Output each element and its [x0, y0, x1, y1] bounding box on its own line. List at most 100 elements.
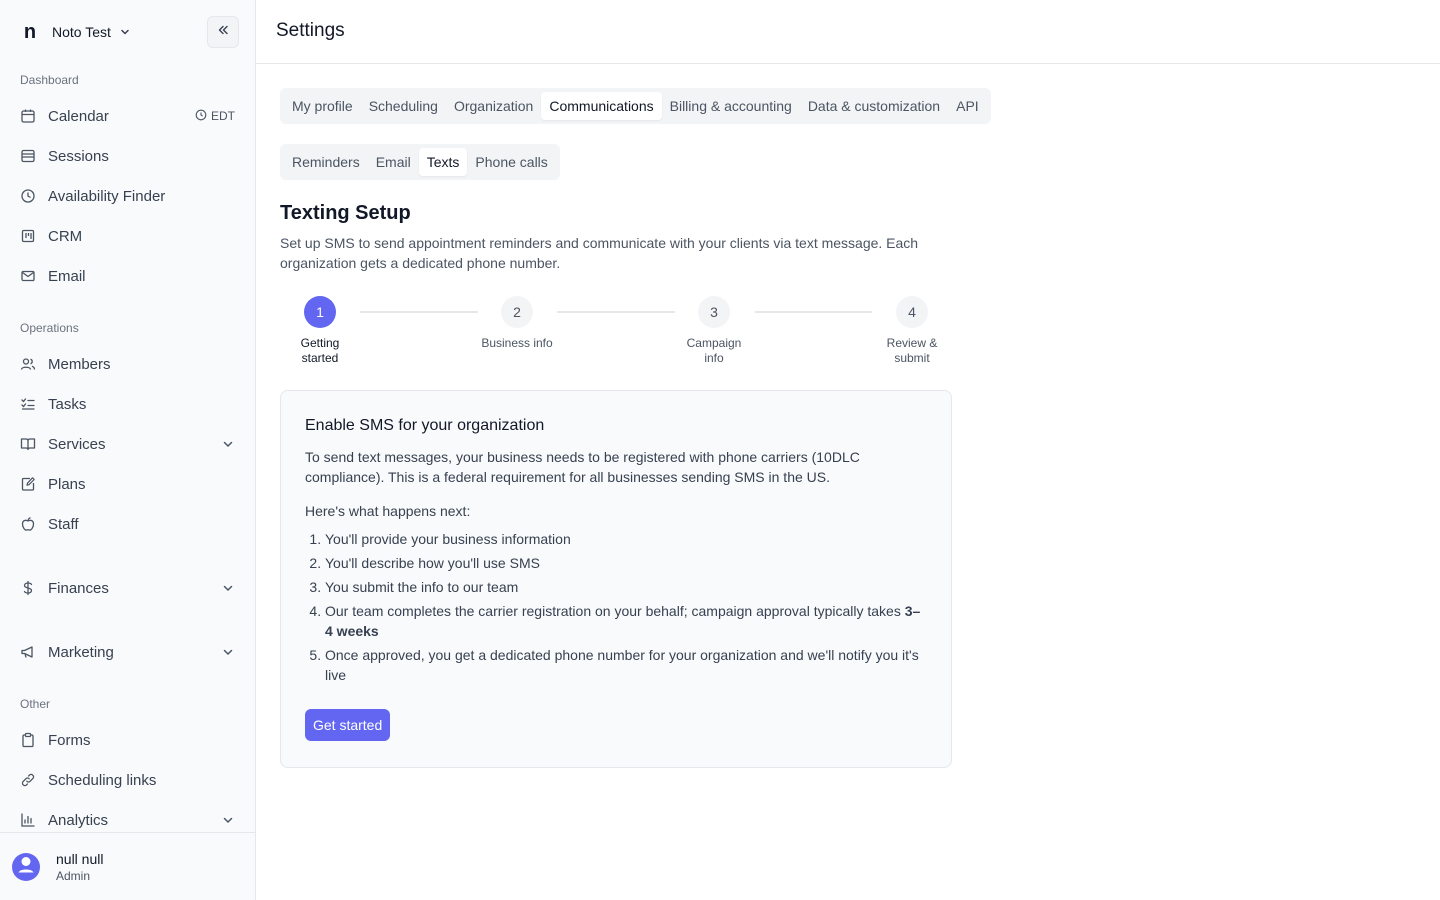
timezone-badge: EDT — [195, 109, 235, 124]
user-role: Admin — [56, 868, 91, 883]
sidebar-item-forms[interactable]: Forms — [8, 724, 247, 756]
tab-api[interactable]: API — [948, 92, 987, 120]
tab-texts[interactable]: Texts — [418, 148, 468, 176]
card-subtitle: Here's what happens next: — [305, 503, 471, 519]
sidebar-item-staff[interactable]: Staff — [8, 508, 247, 540]
sidebar-nav[interactable]: Dashboard Calendar EDT Sessions Availabi… — [0, 64, 255, 832]
kanban-icon — [20, 228, 36, 244]
list-item: Our team completes the carrier registrat… — [325, 601, 925, 641]
step-connector — [360, 311, 478, 313]
section-label-other: Other — [20, 697, 51, 711]
sidebar-item-services[interactable]: Services — [8, 428, 247, 460]
tab-phone-calls[interactable]: Phone calls — [467, 148, 555, 176]
list-item: Once approved, you get a dedicated phone… — [325, 645, 925, 685]
step-business-info: 2 Business info — [477, 296, 557, 351]
sidebar-item-finances[interactable]: Finances — [8, 572, 247, 604]
communications-tabs: Reminders Email Texts Phone calls — [280, 144, 560, 180]
user-icon — [12, 850, 40, 883]
sidebar-item-label: Plans — [48, 475, 86, 493]
get-started-button[interactable]: Get started — [305, 709, 391, 741]
step-number: 4 — [896, 296, 928, 328]
dollar-icon — [20, 580, 36, 596]
tab-organization[interactable]: Organization — [446, 92, 541, 120]
sidebar-item-label: Members — [48, 355, 111, 373]
step-label: Review & submit — [886, 336, 938, 365]
checklist-icon — [20, 396, 36, 412]
sidebar-item-crm[interactable]: CRM — [8, 220, 247, 252]
bar-chart-icon — [20, 812, 36, 828]
sidebar-item-availability-finder[interactable]: Availability Finder — [8, 180, 247, 212]
sidebar-item-tasks[interactable]: Tasks — [8, 388, 247, 420]
chevrons-left-icon — [216, 23, 230, 42]
step-number: 2 — [501, 296, 533, 328]
mail-icon — [20, 268, 36, 284]
sidebar-item-calendar[interactable]: Calendar EDT — [8, 100, 247, 132]
section-title: Texting Setup — [280, 202, 411, 224]
chevron-down-icon — [221, 813, 235, 827]
tab-email[interactable]: Email — [368, 148, 419, 176]
tab-my-profile[interactable]: My profile — [284, 92, 361, 120]
clipboard-icon — [20, 732, 36, 748]
tab-scheduling[interactable]: Scheduling — [361, 92, 446, 120]
megaphone-icon — [20, 644, 36, 660]
tab-communications[interactable]: Communications — [541, 92, 662, 120]
step-connector — [755, 311, 872, 313]
collapse-sidebar-button[interactable] — [207, 16, 239, 48]
step-connector — [557, 311, 675, 313]
list-item: You submit the info to our team — [325, 577, 925, 597]
users-icon — [20, 356, 36, 372]
notebook-icon — [20, 476, 36, 492]
list-icon — [20, 148, 36, 164]
apple-icon — [20, 516, 36, 532]
user-menu[interactable]: null null Admin — [0, 832, 255, 900]
page-title: Settings — [276, 20, 345, 41]
sidebar-item-label: Availability Finder — [48, 187, 166, 205]
step-campaign-info: 3 Campaign info — [674, 296, 754, 366]
tab-billing-accounting[interactable]: Billing & accounting — [662, 92, 800, 120]
step-label: Business info — [481, 336, 553, 350]
list-item: You'll provide your business information — [325, 529, 925, 549]
tab-reminders[interactable]: Reminders — [284, 148, 368, 176]
enable-sms-card: Enable SMS for your organization To send… — [280, 390, 952, 768]
sidebar-item-label: Marketing — [48, 643, 114, 661]
section-label-operations: Operations — [20, 321, 79, 335]
settings-tabs: My profile Scheduling Organization Commu… — [280, 88, 991, 124]
sidebar-item-label: Forms — [48, 731, 91, 749]
list-item-text: Our team completes the carrier registrat… — [325, 603, 905, 619]
section-description: Set up SMS to send appointment reminders… — [280, 235, 919, 271]
step-label: Getting started — [300, 336, 340, 365]
clock-icon — [195, 109, 207, 124]
sidebar-item-label: Staff — [48, 515, 79, 533]
step-label: Campaign info — [686, 336, 742, 365]
sidebar-item-email[interactable]: Email — [8, 260, 247, 292]
sidebar-item-label: Calendar — [48, 107, 109, 125]
sidebar-item-scheduling-links[interactable]: Scheduling links — [8, 764, 247, 796]
link-icon — [20, 772, 36, 788]
sidebar: n Noto Test Dashboard Calendar EDT Sessi… — [0, 0, 256, 900]
setup-stepper: 1 Getting started 2 Business info 3 Camp… — [280, 296, 952, 368]
chevron-down-icon — [221, 645, 235, 659]
calendar-icon — [20, 108, 36, 124]
list-item: You'll describe how you'll use SMS — [325, 553, 925, 573]
section-label-dashboard: Dashboard — [20, 73, 79, 87]
user-name: null null — [56, 850, 104, 867]
chevron-down-icon — [221, 581, 235, 595]
sidebar-item-label: Email — [48, 267, 86, 285]
sidebar-item-label: CRM — [48, 227, 83, 245]
step-review-submit: 4 Review & submit — [872, 296, 952, 366]
chevron-down-icon — [221, 437, 235, 451]
next-steps-list: You'll provide your business information… — [305, 529, 925, 685]
sidebar-item-sessions[interactable]: Sessions — [8, 140, 247, 172]
sidebar-item-label: Tasks — [48, 395, 87, 413]
sidebar-item-marketing[interactable]: Marketing — [8, 636, 247, 668]
sidebar-item-analytics[interactable]: Analytics — [8, 804, 247, 832]
sidebar-item-plans[interactable]: Plans — [8, 468, 247, 500]
tab-data-customization[interactable]: Data & customization — [800, 92, 948, 120]
sidebar-item-label: Scheduling links — [48, 771, 157, 789]
step-getting-started: 1 Getting started — [280, 296, 360, 366]
chevron-down-icon — [119, 26, 131, 38]
sidebar-item-members[interactable]: Members — [8, 348, 247, 380]
sidebar-item-label: Services — [48, 435, 106, 453]
sidebar-item-label: Finances — [48, 579, 109, 597]
org-logo: n — [23, 21, 37, 43]
